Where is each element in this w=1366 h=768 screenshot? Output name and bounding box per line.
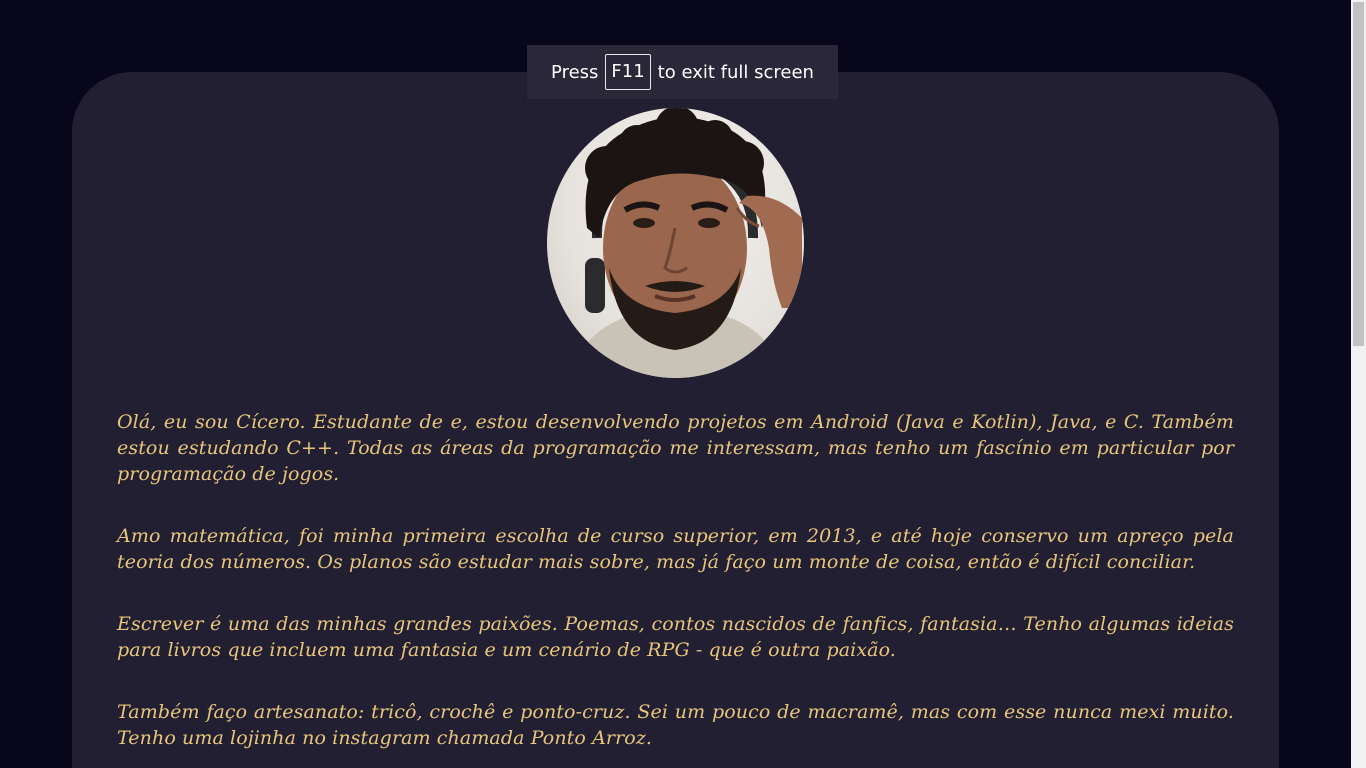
- fullscreen-notice-prefix: Press: [551, 61, 599, 83]
- bio-paragraph: Amo matemática, foi minha primeira escol…: [117, 525, 1234, 573]
- vertical-scrollbar[interactable]: [1351, 0, 1366, 768]
- fullscreen-notice-suffix: to exit full screen: [657, 61, 814, 83]
- profile-photo-image: [567, 108, 802, 378]
- bio-paragraph: Escrever é uma das minhas grandes paixõe…: [117, 613, 1234, 661]
- f11-key-badge: F11: [605, 54, 651, 90]
- profile-card: Olá, eu sou Cícero. Estudante de e, esto…: [72, 72, 1279, 768]
- scrollbar-thumb[interactable]: [1353, 2, 1364, 346]
- page: Olá, eu sou Cícero. Estudante de e, esto…: [0, 0, 1366, 768]
- bio-paragraph: Olá, eu sou Cícero. Estudante de e, esto…: [117, 411, 1234, 485]
- bio-paragraph: Também faço artesanato: tricô, crochê e …: [117, 701, 1234, 749]
- bio-section: Olá, eu sou Cícero. Estudante de e, esto…: [117, 409, 1234, 768]
- fullscreen-exit-notice: Press F11 to exit full screen: [527, 45, 838, 99]
- profile-photo: [547, 108, 804, 378]
